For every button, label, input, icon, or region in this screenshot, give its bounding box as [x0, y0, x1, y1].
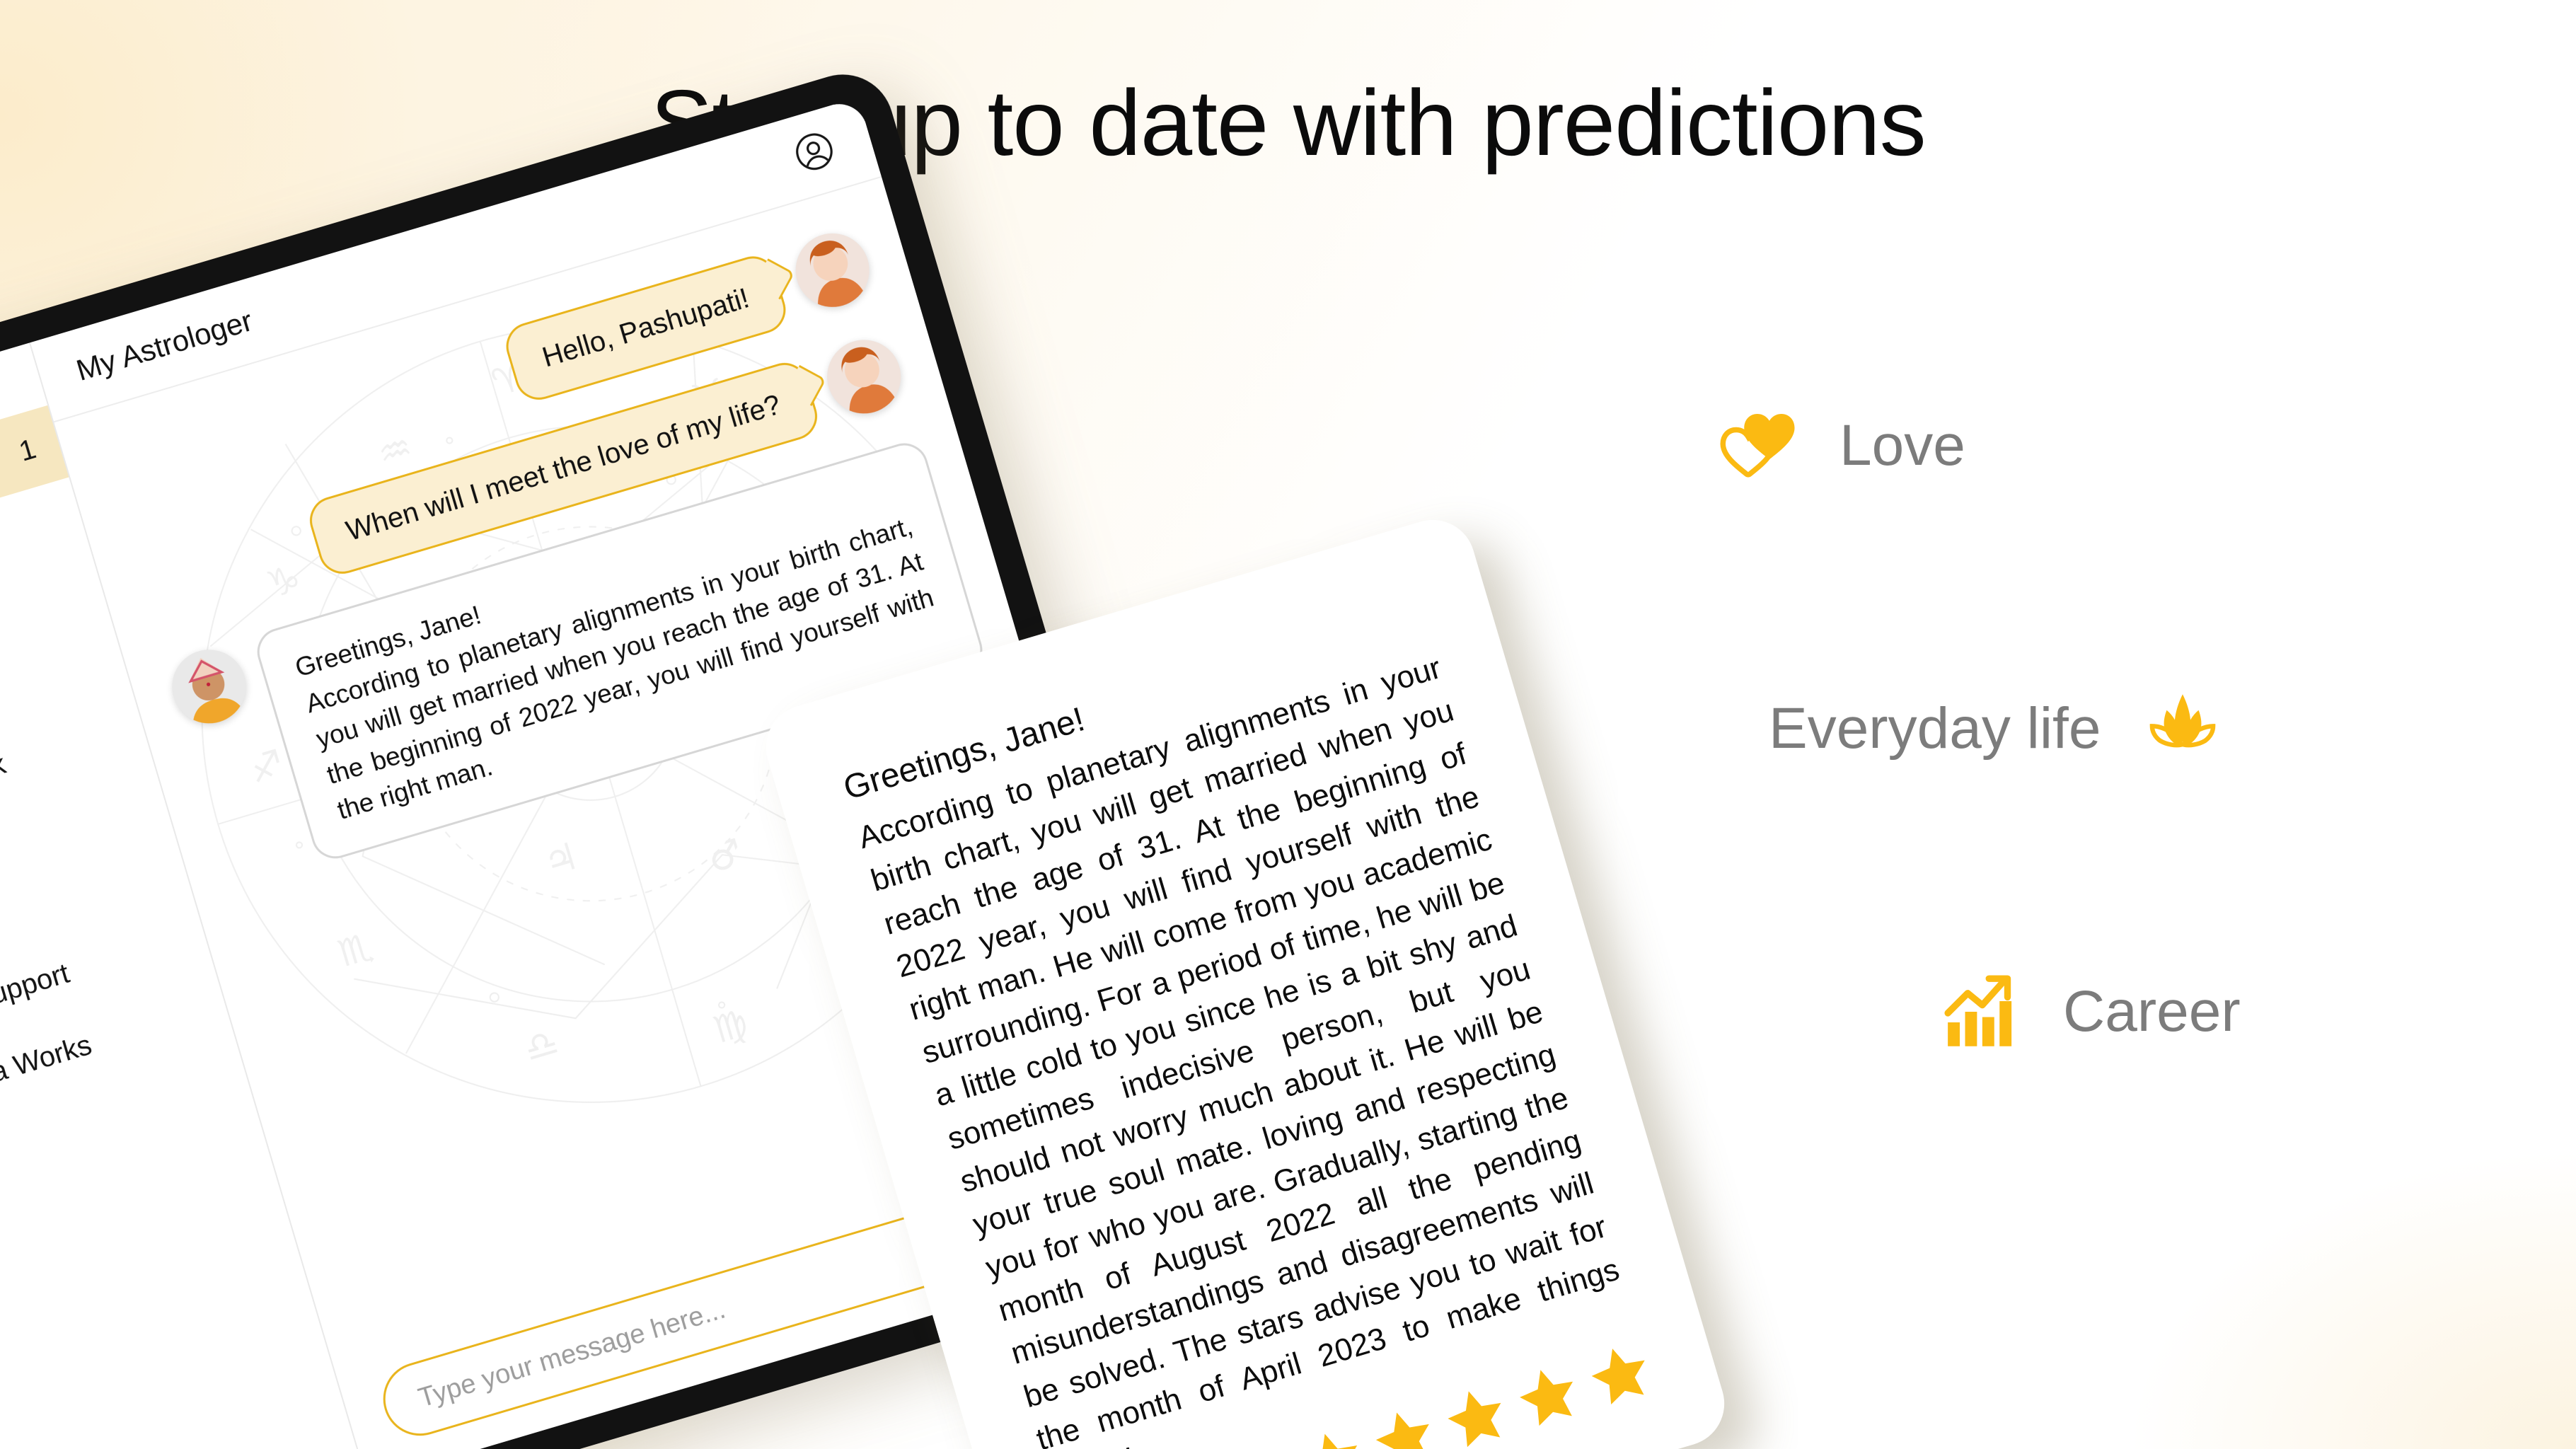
account-circle-icon[interactable]: [789, 126, 841, 180]
growth-chart-icon: [1939, 969, 2023, 1054]
avatar: [163, 640, 255, 733]
feature-label: Everyday life: [1769, 696, 2101, 761]
avatar: [818, 330, 910, 423]
feature-item-love: Love: [1715, 403, 1965, 488]
double-heart-icon: [1715, 403, 1800, 488]
avatar: [786, 224, 879, 316]
page-title: Stay up to date with predictions: [650, 71, 1926, 175]
lotus-icon: [2140, 686, 2225, 771]
feature-item-everyday-life: Everyday life: [1769, 686, 2225, 771]
feature-label: Career: [2063, 979, 2241, 1044]
sidebar-item-badge: 1: [15, 432, 40, 468]
feature-item-career: Career: [1939, 969, 2241, 1054]
feature-label: Love: [1839, 413, 1965, 478]
